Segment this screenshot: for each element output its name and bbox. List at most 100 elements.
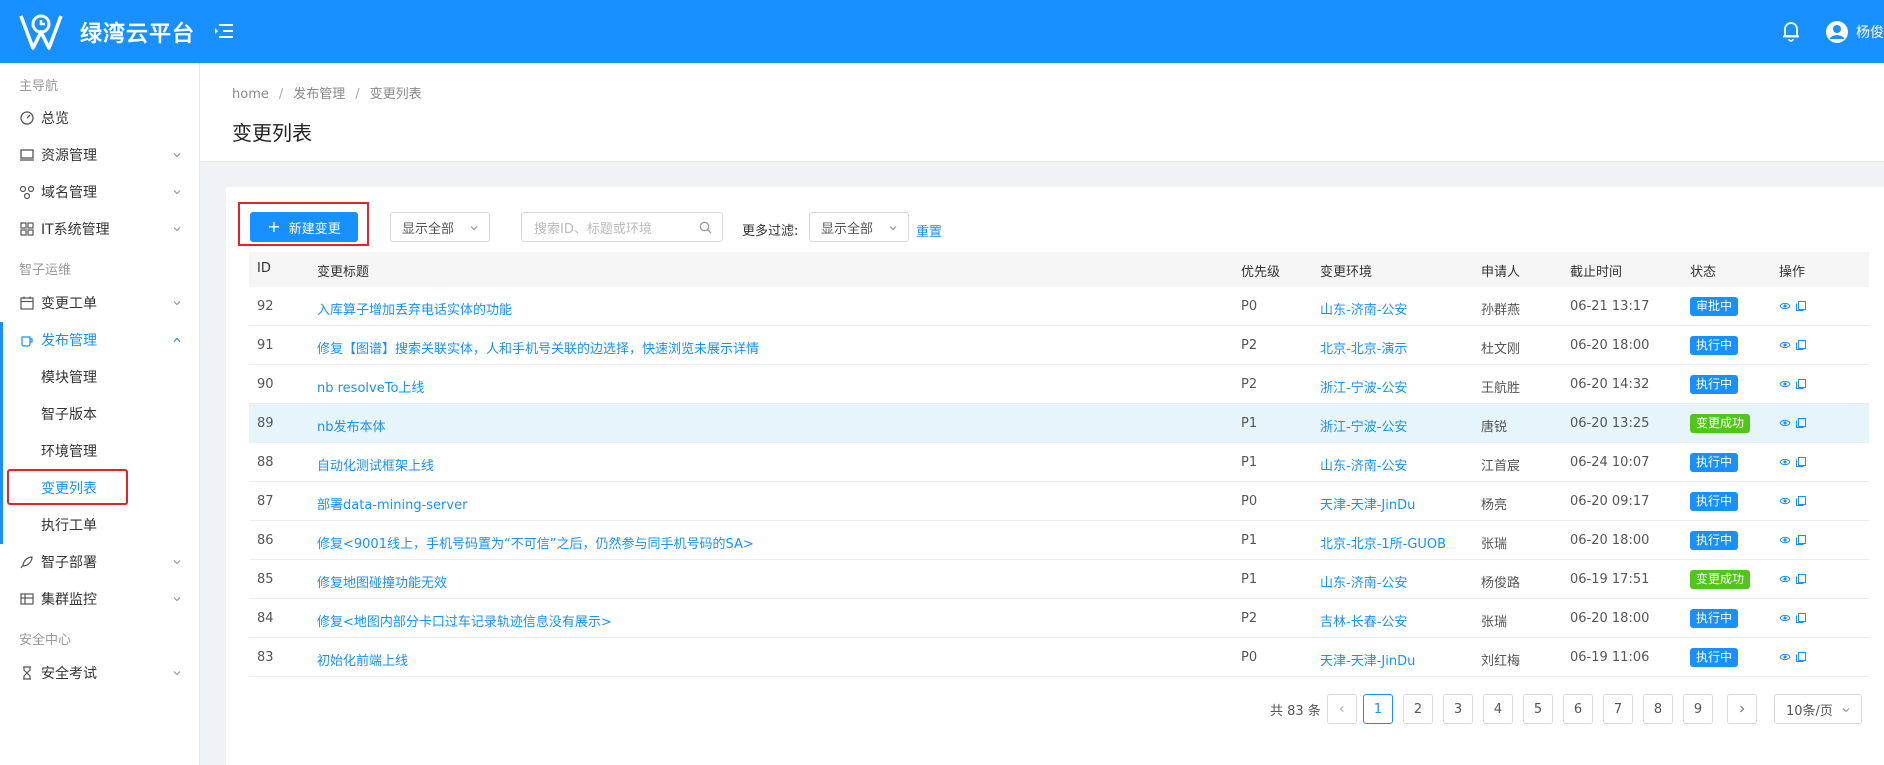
sidebar: 主导航 总览 资源管理 域名管理 IT系统管理 智子运维 变更工单 发布管理 模… [0, 63, 200, 765]
bell-icon[interactable] [1781, 20, 1801, 42]
cell-applicant: 张瑞 [1481, 615, 1508, 630]
eye-icon[interactable] [1779, 495, 1791, 507]
status-badge: 执行中 [1690, 609, 1739, 628]
copy-icon[interactable] [1795, 534, 1807, 546]
copy-icon[interactable] [1795, 495, 1807, 507]
cell-env-link[interactable]: 浙江-宁波-公安 [1320, 416, 1407, 435]
cell-env-link[interactable]: 天津-天津-JinDu [1320, 494, 1415, 513]
pagination-page[interactable]: 8 [1643, 694, 1673, 724]
user-name[interactable]: 杨俊 [1856, 22, 1884, 42]
pagination-page[interactable]: 2 [1403, 694, 1433, 724]
copy-icon[interactable] [1795, 378, 1807, 390]
sidebar-item-overview[interactable]: 总览 [0, 99, 199, 136]
more-filter-select[interactable]: 显示全部 [809, 212, 909, 242]
eye-icon[interactable] [1779, 456, 1791, 468]
cell-title-link[interactable]: 自动化测试框架上线 [317, 455, 434, 474]
pagination-page[interactable]: 4 [1483, 694, 1513, 724]
cell-title-link[interactable]: 部署data-mining-server [317, 494, 467, 513]
status-badge: 执行中 [1690, 336, 1739, 355]
menu-fold-icon[interactable] [214, 22, 234, 40]
copy-icon[interactable] [1795, 339, 1807, 351]
cluster-icon [19, 185, 35, 199]
copy-icon[interactable] [1795, 417, 1807, 429]
sidebar-item-change-orders[interactable]: 变更工单 [0, 284, 199, 321]
cell-title-link[interactable]: nb resolveTo上线 [317, 377, 424, 396]
table-row: 92 入库算子增加丢弃电话实体的功能 P0 山东-济南-公安 孙群燕 06-21 13:1… [249, 287, 1869, 326]
new-change-button[interactable]: + 新建变更 [250, 212, 358, 242]
eye-icon[interactable] [1779, 339, 1791, 351]
cell-title-link[interactable]: 修复<9001线上，手机号码置为“不可信”之后，仍然参与同手机号码的SA> [317, 533, 754, 552]
pagination-page[interactable]: 3 [1443, 694, 1473, 724]
chevron-down-icon [173, 152, 181, 157]
sidebar-item-release[interactable]: 发布管理 [0, 321, 199, 358]
search-icon[interactable] [699, 221, 712, 234]
cell-env-link[interactable]: 山东-济南-公安 [1320, 572, 1407, 591]
column-header-deadline: 截止时间 [1570, 265, 1623, 280]
cell-title-link[interactable]: 入库算子增加丢弃电话实体的功能 [317, 299, 512, 318]
pagination-page[interactable]: 6 [1563, 694, 1593, 724]
row-actions [1779, 534, 1807, 546]
cell-env-link[interactable]: 浙江-宁波-公安 [1320, 377, 1407, 396]
pagination-page[interactable]: 1 [1363, 694, 1393, 724]
table-row: 84 修复<地图内部分卡口过车记录轨迹信息没有展示> P2 吉林-长春-公安 张瑞 06-… [249, 599, 1869, 638]
eye-icon[interactable] [1779, 612, 1791, 624]
cell-env-link[interactable]: 山东-济南-公安 [1320, 455, 1407, 474]
copy-icon[interactable] [1795, 573, 1807, 585]
sidebar-item-deploy[interactable]: 智子部署 [0, 543, 199, 580]
cell-env-link[interactable]: 北京-北京-演示 [1320, 338, 1407, 357]
sidebar-item-label: 域名管理 [41, 184, 97, 201]
eye-icon[interactable] [1779, 417, 1791, 429]
status-filter-select[interactable]: 显示全部 [390, 212, 490, 242]
copy-icon[interactable] [1795, 456, 1807, 468]
sidebar-subitem-environments[interactable]: 环境管理 [0, 432, 199, 469]
cell-applicant: 孙群燕 [1481, 303, 1521, 318]
cell-title-link[interactable]: 初始化前端上线 [317, 650, 408, 669]
copy-icon[interactable] [1795, 612, 1807, 624]
sidebar-subitem-versions[interactable]: 智子版本 [0, 395, 199, 432]
sidebar-item-exam[interactable]: 安全考试 [0, 654, 199, 691]
breadcrumb-home[interactable]: home [232, 87, 269, 102]
column-header-id: ID [257, 261, 271, 276]
eye-icon[interactable] [1779, 300, 1791, 312]
cell-id: 91 [257, 338, 274, 353]
copy-icon[interactable] [1795, 651, 1807, 663]
pagination-next[interactable] [1727, 694, 1757, 724]
sidebar-item-it-systems[interactable]: IT系统管理 [0, 210, 199, 247]
sidebar-item-resources[interactable]: 资源管理 [0, 136, 199, 173]
sidebar-subitem-label: 执行工单 [41, 517, 97, 534]
pagination-page[interactable]: 7 [1603, 694, 1633, 724]
eye-icon[interactable] [1779, 378, 1791, 390]
sidebar-item-label: 资源管理 [41, 147, 97, 164]
breadcrumb-current: 变更列表 [369, 87, 422, 102]
cell-env-link[interactable]: 山东-济南-公安 [1320, 299, 1407, 318]
sidebar-subitem-modules[interactable]: 模块管理 [0, 358, 199, 395]
reset-link[interactable]: 重置 [916, 221, 942, 240]
cell-title-link[interactable]: 修复【图谱】搜索关联实体，人和手机号关联的边选择，快速浏览未展示详情 [317, 338, 759, 357]
eye-icon[interactable] [1779, 573, 1791, 585]
chevron-down-icon [1842, 708, 1850, 713]
sidebar-item-domains[interactable]: 域名管理 [0, 173, 199, 210]
breadcrumb-release[interactable]: 发布管理 [293, 87, 345, 102]
page-size-select[interactable]: 10条/页 [1774, 694, 1862, 724]
eye-icon[interactable] [1779, 651, 1791, 663]
pagination-page[interactable]: 5 [1523, 694, 1553, 724]
page-size-value: 10条/页 [1786, 703, 1833, 719]
page-title: 变更列表 [232, 121, 312, 145]
eye-icon[interactable] [1779, 534, 1791, 546]
cell-title-link[interactable]: 修复<地图内部分卡口过车记录轨迹信息没有展示> [317, 611, 612, 630]
cell-title-link[interactable]: 修复地图碰撞功能无效 [317, 572, 447, 591]
pagination-page[interactable]: 9 [1683, 694, 1713, 724]
sidebar-subitem-exec-orders[interactable]: 执行工单 [0, 506, 199, 543]
pagination-prev[interactable] [1327, 694, 1357, 724]
user-avatar-icon[interactable] [1825, 20, 1849, 44]
cell-env-link[interactable]: 吉林-长春-公安 [1320, 611, 1407, 630]
copy-icon[interactable] [1795, 300, 1807, 312]
search-input[interactable]: 搜索ID、标题或环境 [521, 212, 723, 242]
column-header-priority: 优先级 [1241, 265, 1281, 280]
cell-env-link[interactable]: 北京-北京-1所-GUOB [1320, 533, 1446, 552]
cell-env-link[interactable]: 天津-天津-JinDu [1320, 650, 1415, 669]
chevron-right-icon [1740, 705, 1745, 713]
page-header: home / 发布管理 / 变更列表 变更列表 [200, 63, 1884, 162]
cell-title-link[interactable]: nb发布本体 [317, 416, 386, 435]
sidebar-item-cluster[interactable]: 集群监控 [0, 580, 199, 617]
